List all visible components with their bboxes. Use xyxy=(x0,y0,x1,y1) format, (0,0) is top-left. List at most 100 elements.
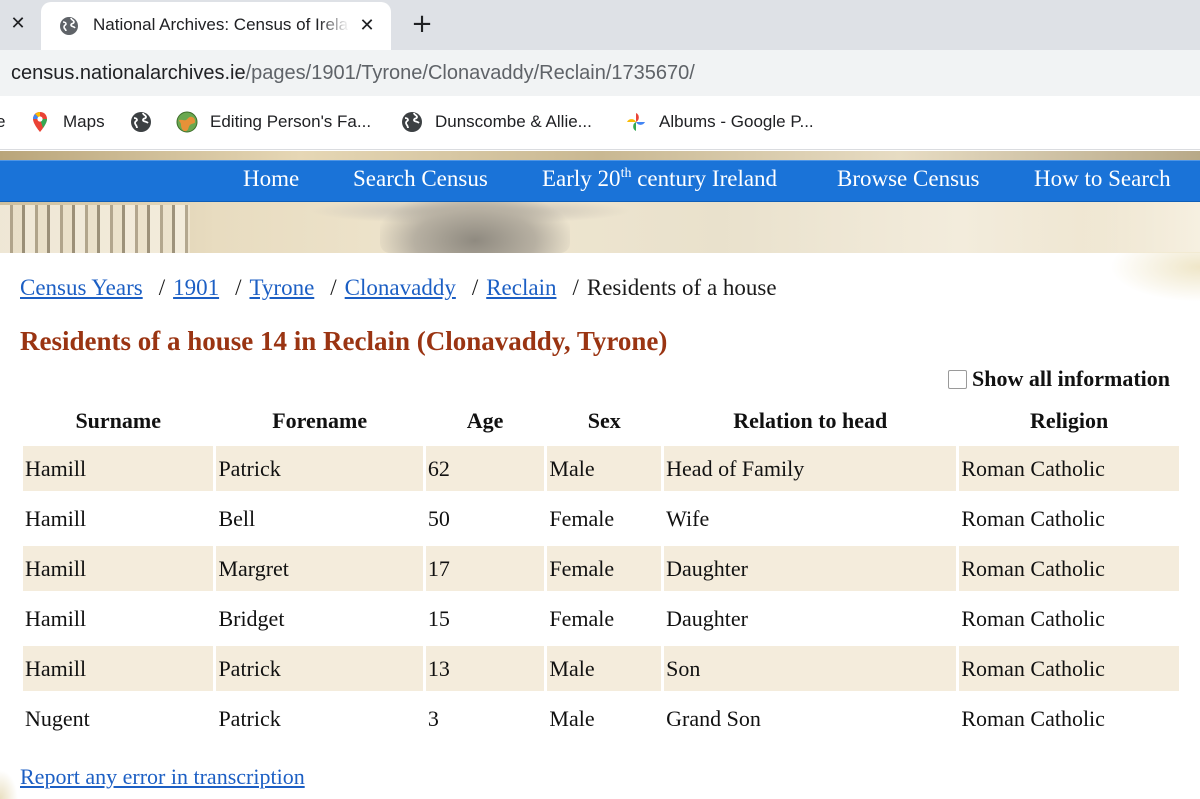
cell-age: 15 xyxy=(427,605,450,631)
cell-age: 3 xyxy=(427,705,439,731)
cell-relation: Daughter xyxy=(664,546,957,591)
cell-forename: Patrick xyxy=(216,646,423,691)
cell-forename: Bell xyxy=(218,505,256,531)
breadcrumb-1901[interactable]: 1901 xyxy=(173,275,219,301)
nav-early-prefix: Early 20 xyxy=(542,166,621,191)
breadcrumb-census-years[interactable]: Census Years xyxy=(20,275,143,301)
cell-surname: Hamill xyxy=(23,646,214,691)
breadcrumb-separator: / xyxy=(330,275,337,300)
cell-surname: Hamill xyxy=(25,505,87,531)
column-header-relation[interactable]: Relation to head xyxy=(664,401,956,441)
google-photos-pinwheel-icon xyxy=(627,113,645,131)
globe-icon xyxy=(402,112,422,132)
bookmark-maps[interactable]: Maps xyxy=(29,110,105,134)
breadcrumb-separator: / xyxy=(235,275,242,300)
table-row[interactable]: Hamill Patrick 13 Male Son Roman Catholi… xyxy=(23,646,1179,691)
url-path: /pages/1901/Tyrone/Clonavaddy/Reclain/17… xyxy=(245,62,695,84)
cell-religion: Roman Catholic xyxy=(959,646,1179,691)
cell-relation: Wife xyxy=(666,505,710,531)
close-tab-icon[interactable]: ✕ xyxy=(6,12,30,36)
cell-relation: Son xyxy=(664,646,957,691)
report-error-link[interactable]: Report any error in transcription xyxy=(20,764,305,790)
show-all-label: Show all information xyxy=(972,366,1171,391)
nav-browse-census[interactable]: Browse Census xyxy=(837,166,979,192)
cell-forename: Margret xyxy=(216,546,423,591)
tab-title: National Archives: Census of Ireland 190… xyxy=(93,15,349,34)
breadcrumb: Census Years / 1901 / Tyrone / Clonavadd… xyxy=(20,275,777,305)
banner-decoration xyxy=(0,151,1200,160)
cell-sex: Female xyxy=(547,546,662,591)
cell-religion: Roman Catholic xyxy=(961,605,1105,631)
table-row[interactable]: Hamill Bell 50 Female Wife Roman Catholi… xyxy=(23,496,1179,541)
close-icon[interactable]: ✕ xyxy=(355,14,379,38)
breadcrumb-separator: / xyxy=(572,275,579,300)
cell-age: 62 xyxy=(425,446,545,491)
table-row[interactable]: Hamill Margret 17 Female Daughter Roman … xyxy=(23,546,1179,591)
nav-search-census[interactable]: Search Census xyxy=(353,166,488,192)
nav-early-suffix: century Ireland xyxy=(631,166,778,191)
bookmark-label: Maps xyxy=(63,112,105,131)
breadcrumb-current: Residents of a house xyxy=(586,275,777,300)
nav-early-20th-century[interactable]: Early 20th century Ireland xyxy=(542,166,777,192)
cell-age: 50 xyxy=(427,505,450,531)
cell-surname: Hamill xyxy=(23,446,214,491)
cell-surname: Hamill xyxy=(25,605,87,631)
cell-sex: Male xyxy=(547,646,662,691)
cell-relation: Daughter xyxy=(666,605,749,631)
url-host: census.nationalarchives.ie xyxy=(11,62,246,84)
bookmark-label: Albums - Google P... xyxy=(659,112,814,131)
active-tab[interactable]: National Archives: Census of Ireland 190… xyxy=(41,2,391,50)
cell-religion: Roman Catholic xyxy=(961,505,1105,531)
nav-how-to-search[interactable]: How to Search xyxy=(1034,166,1171,192)
column-header-surname[interactable]: Surname xyxy=(23,401,213,441)
show-all-information-toggle[interactable]: Show all information xyxy=(948,366,1170,392)
cell-sex: Male xyxy=(547,446,662,491)
breadcrumb-separator: / xyxy=(158,275,166,300)
residents-table: Surname Forename Age Sex Relation to hea… xyxy=(20,396,1182,746)
nav-early-sup: th xyxy=(620,166,632,181)
table-row[interactable]: Hamill Bridget 15 Female Daughter Roman … xyxy=(23,596,1179,641)
column-header-age[interactable]: Age xyxy=(426,401,545,441)
site-nav-bar: Home Search Census Early 20th century Ir… xyxy=(0,160,1200,202)
breadcrumb-separator: / xyxy=(471,275,479,300)
nav-home[interactable]: Home xyxy=(243,166,299,192)
url-text[interactable]: census.nationalarchives.ie/pages/1901/Ty… xyxy=(11,62,695,85)
google-maps-pin-icon xyxy=(33,112,47,132)
cell-surname: Hamill xyxy=(23,546,214,591)
cell-relation: Grand Son xyxy=(666,705,761,731)
new-tab-button[interactable]: + xyxy=(408,10,436,38)
show-all-checkbox[interactable] xyxy=(948,369,967,389)
breadcrumb-clonavaddy[interactable]: Clonavaddy xyxy=(345,275,456,301)
cell-forename: Patrick xyxy=(216,446,423,491)
column-header-religion[interactable]: Religion xyxy=(959,401,1179,441)
cell-sex: Male xyxy=(549,705,595,731)
bookmark-google-photos[interactable]: Albums - Google P... xyxy=(625,110,814,134)
world-colorful-icon xyxy=(176,111,198,133)
table-row[interactable]: Nugent Patrick 3 Male Grand Son Roman Ca… xyxy=(23,696,1179,741)
address-bar[interactable]: census.nationalarchives.ie/pages/1901/Ty… xyxy=(0,50,1200,96)
breadcrumb-tyrone[interactable]: Tyrone xyxy=(249,275,314,301)
page-decoration xyxy=(1110,252,1200,302)
cell-forename: Bridget xyxy=(218,605,285,631)
breadcrumb-reclain[interactable]: Reclain xyxy=(486,275,556,301)
browser-tab-bar: ✕ National Archives: Census of Ireland 1… xyxy=(0,0,1200,50)
cell-forename: Patrick xyxy=(218,705,281,731)
cell-surname: Nugent xyxy=(25,705,90,731)
cell-sex: Female xyxy=(549,505,615,531)
bookmark-label: Editing Person's Fa... xyxy=(210,112,372,131)
bookmark-dunscombe[interactable]: Dunscombe & Allie... xyxy=(401,110,592,134)
cell-religion: Roman Catholic xyxy=(961,705,1105,731)
column-header-forename[interactable]: Forename xyxy=(216,401,422,441)
bookmark-label: Dunscombe & Allie... xyxy=(435,112,592,131)
bookmark-editing-person[interactable]: Editing Person's Fa... xyxy=(176,110,371,134)
cell-age: 13 xyxy=(425,646,545,691)
bookmark-globe[interactable] xyxy=(130,110,164,134)
column-header-sex[interactable]: Sex xyxy=(547,401,661,441)
bookmark-cut-off[interactable]: e xyxy=(0,110,5,134)
cell-religion: Roman Catholic xyxy=(959,446,1179,491)
table-row[interactable]: Hamill Patrick 62 Male Head of Family Ro… xyxy=(23,446,1179,491)
cell-sex: Female xyxy=(549,605,615,631)
banner-image-pillars xyxy=(0,205,190,253)
bookmarks-bar: e Maps Editing Person's Fa... Dunscombe … xyxy=(0,96,1200,150)
cell-religion: Roman Catholic xyxy=(959,546,1179,591)
